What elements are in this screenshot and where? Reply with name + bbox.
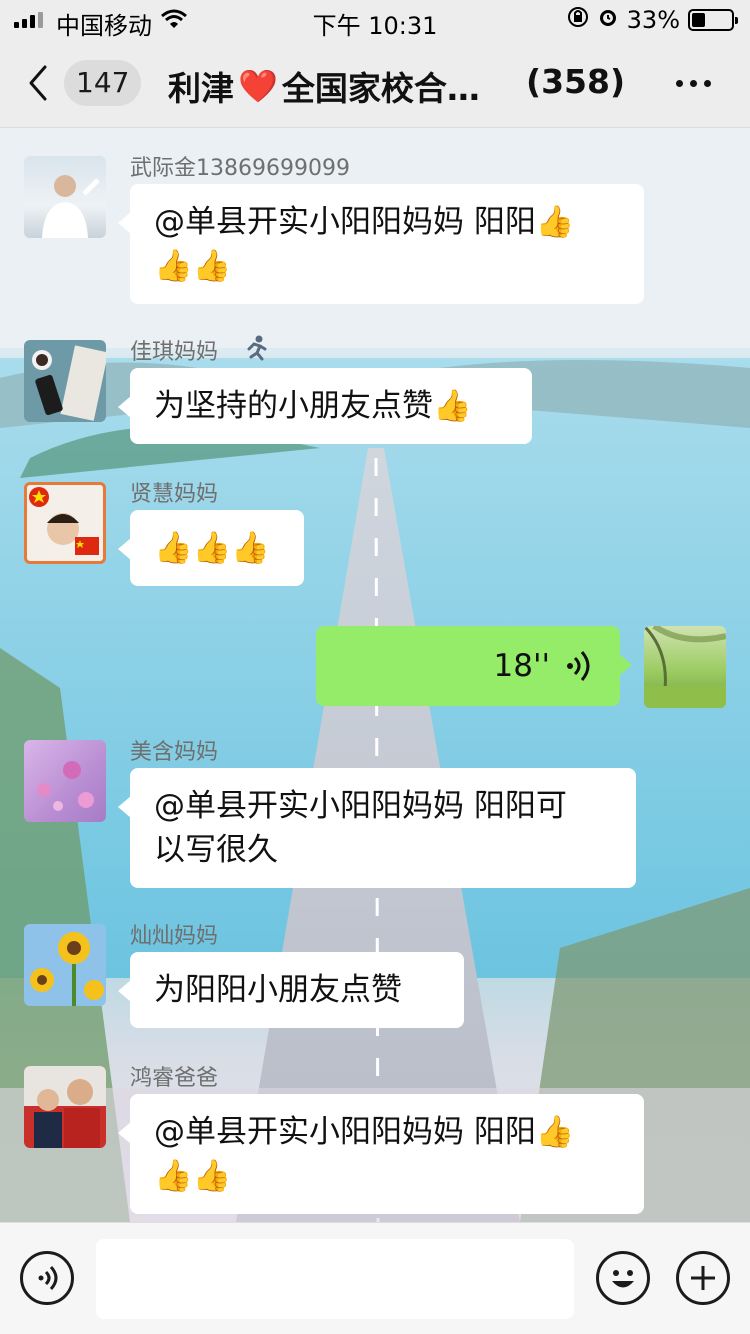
message-bubble[interactable]: @单县开实小阳阳妈妈 阳阳👍 👍👍	[118, 184, 644, 304]
more-options-button[interactable]	[676, 80, 711, 87]
unread-count-badge[interactable]: 147	[64, 60, 142, 106]
avatar[interactable]	[644, 626, 726, 708]
chat-header: 147 利津 ❤️ 全国家校合… (358)	[0, 40, 750, 128]
input-bar	[0, 1222, 750, 1334]
message-text-line: @单县开实小阳阳妈妈 阳阳👍	[154, 204, 575, 240]
back-button[interactable]	[28, 64, 48, 106]
sender-name: 美含妈妈	[130, 740, 219, 765]
message-text-line: 为坚持的小朋友点赞👍	[154, 388, 472, 424]
message-bubble[interactable]: 👍👍👍	[118, 510, 304, 586]
message-bubble[interactable]: @单县开实小阳阳妈妈 阳阳可 以写很久	[118, 768, 636, 888]
message-bubble[interactable]: 为阳阳小朋友点赞	[118, 952, 464, 1028]
voice-duration: 18''	[493, 648, 551, 684]
avatar[interactable]	[24, 156, 106, 238]
sender-name: 佳琪妈妈	[130, 340, 219, 365]
message-input[interactable]	[96, 1239, 574, 1319]
message-text-line: 以写很久	[154, 832, 278, 868]
voice-input-button[interactable]	[20, 1251, 74, 1305]
message-text-line: 👍👍👍	[154, 530, 270, 566]
message-text-line: @单县开实小阳阳妈妈 阳阳可	[154, 788, 567, 824]
add-more-button[interactable]	[676, 1251, 730, 1305]
alarm-icon	[597, 6, 619, 34]
chat-title-prefix: 利津	[168, 69, 234, 108]
message-text-line: 为阳阳小朋友点赞	[154, 972, 402, 1008]
battery-percent: 33%	[626, 6, 680, 34]
avatar[interactable]	[24, 482, 106, 564]
message-text-line: @单县开实小阳阳妈妈 阳阳👍	[154, 1114, 575, 1150]
orientation-lock-icon	[567, 6, 589, 34]
avatar[interactable]	[24, 1066, 106, 1148]
message-text-line: 👍👍	[154, 248, 232, 284]
sender-name: 贤慧妈妈	[130, 482, 219, 507]
message-text-line: 👍👍	[154, 1158, 232, 1194]
sender-name: 灿灿妈妈	[130, 924, 219, 949]
sender-name: 武际金13869699099	[130, 156, 350, 181]
avatar[interactable]	[24, 924, 106, 1006]
member-count: (358)	[526, 62, 626, 101]
message-bubble[interactable]: 为坚持的小朋友点赞👍	[118, 368, 532, 444]
avatar[interactable]	[24, 740, 106, 822]
battery-icon	[688, 9, 738, 31]
sender-name: 鸿睿爸爸	[130, 1066, 219, 1091]
avatar[interactable]	[24, 340, 106, 422]
chat-title-suffix: 全国家校合…	[281, 69, 480, 108]
voice-message-bubble[interactable]: 18''	[316, 626, 632, 706]
message-bubble[interactable]: @单县开实小阳阳妈妈 阳阳👍 👍👍	[118, 1094, 644, 1214]
emoji-button[interactable]	[596, 1251, 650, 1305]
status-bar: 中国移动 下午 10:31 33%	[0, 0, 750, 40]
chat-title: 利津 ❤️ 全国家校合…	[168, 62, 480, 110]
runner-icon	[242, 334, 270, 366]
voice-wave-icon	[564, 648, 590, 696]
heart-emoji: ❤️	[238, 67, 278, 105]
